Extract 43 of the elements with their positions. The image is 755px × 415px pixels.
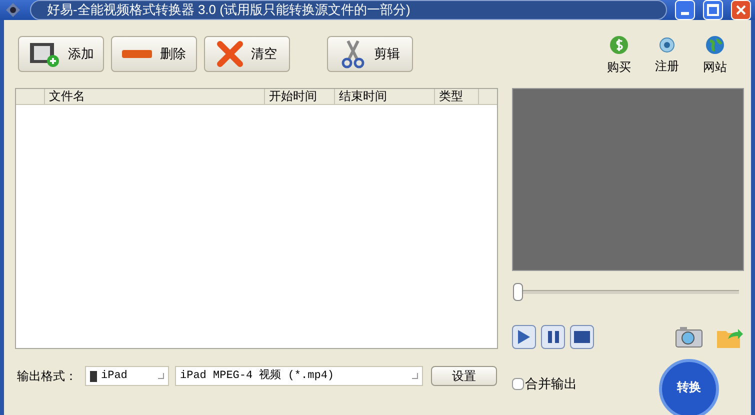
play-button[interactable] [512, 325, 536, 349]
format-dropdown[interactable]: iPad MPEG-4 视频 (*.mp4) [175, 366, 423, 386]
stop-icon [574, 331, 590, 343]
minus-icon [122, 49, 152, 59]
globe-icon [706, 36, 724, 54]
window-title: 好易-全能视频格式转换器 3.0 (试用版只能转换源文件的一部分) [30, 0, 667, 20]
camera-icon [675, 326, 703, 348]
close-button[interactable] [731, 0, 751, 20]
column-header[interactable]: 开始时间 [265, 89, 335, 104]
output-label: 输出格式： [17, 368, 77, 385]
link-button[interactable]: 购买 [595, 32, 643, 76]
dropdown-icon [412, 373, 418, 379]
link-button[interactable]: 网站 [691, 32, 739, 76]
convert-button[interactable]: 转换 [659, 359, 719, 415]
link-button[interactable]: 注册 [643, 33, 691, 75]
stop-button[interactable] [570, 325, 594, 349]
device-icon [90, 370, 97, 382]
scissors-icon [340, 39, 366, 69]
maximize-button[interactable] [703, 0, 723, 20]
toolbar-button[interactable]: 清空 [204, 36, 290, 72]
seek-slider[interactable] [513, 283, 739, 301]
column-header[interactable]: 文件名 [45, 89, 265, 104]
column-header[interactable]: 类型 [435, 89, 479, 104]
dropdown-icon [158, 373, 164, 379]
app-icon [4, 1, 22, 19]
toolbar-button[interactable]: 删除 [111, 36, 197, 72]
film-icon [28, 40, 60, 68]
pause-button[interactable] [541, 325, 565, 349]
minimize-button[interactable] [675, 0, 695, 20]
close-icon [736, 5, 746, 15]
column-header[interactable]: 结束时间 [335, 89, 435, 104]
merge-checkbox[interactable]: 合并输出 [512, 376, 577, 392]
dollar-icon [610, 36, 628, 54]
cross-icon [217, 41, 243, 67]
snapshot-button[interactable] [675, 326, 703, 348]
settings-button[interactable]: 设置 [431, 366, 497, 386]
pause-icon [548, 331, 558, 343]
play-icon [518, 330, 530, 344]
toolbar-button[interactable]: 添加 [18, 36, 104, 72]
seek-thumb[interactable] [513, 283, 523, 301]
disc-icon [659, 37, 675, 53]
device-dropdown[interactable]: iPad [85, 366, 169, 386]
toolbar-button[interactable]: 剪辑 [327, 36, 413, 72]
